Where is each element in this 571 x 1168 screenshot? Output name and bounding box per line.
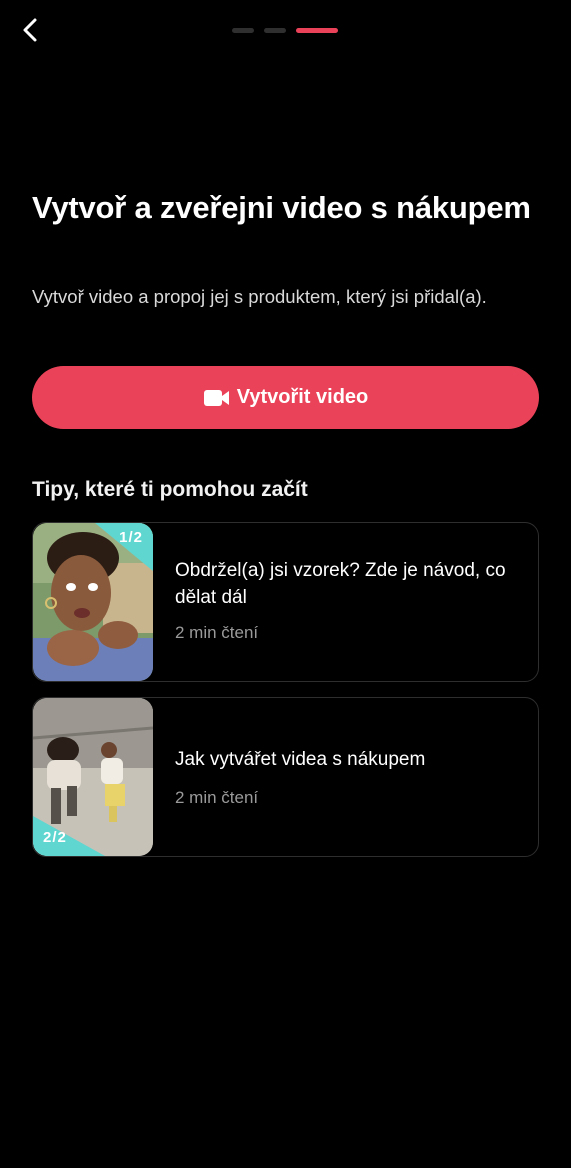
tips-section-title: Tipy, které ti pomohou začít — [32, 478, 308, 501]
tip-read-time-1: 2 min čtení — [175, 623, 259, 642]
chevron-left-icon — [23, 18, 37, 42]
tip-badge-2: 2/2 — [43, 829, 67, 846]
back-button[interactable] — [14, 14, 46, 46]
progress-step-2 — [264, 28, 286, 33]
page-headline: Vytvoř a zveřejni video s nákupem — [32, 190, 531, 225]
tip-thumbnail-2: 2/2 — [33, 698, 153, 856]
tip-badge-1: 1/2 — [119, 529, 143, 546]
tip-thumbnail-1: 1/2 — [33, 523, 153, 681]
progress-step-3-active — [296, 28, 338, 33]
video-camera-icon — [203, 389, 229, 406]
tip-card-2[interactable]: 2/2 Jak vytvářet videa s nákupem 2 min č… — [32, 697, 539, 857]
create-video-button[interactable]: Vytvořit video — [32, 366, 539, 429]
tip-card-1[interactable]: 1/2 Obdržel(a) jsi vzorek? Zde je návod,… — [32, 522, 539, 682]
page-subtitle: Vytvoř video a propoj jej s produktem, k… — [32, 286, 487, 307]
create-video-label: Vytvořit video — [236, 386, 369, 408]
tip-title-2: Jak vytvářet videa s nákupem — [175, 749, 426, 770]
progress-step-1 — [232, 28, 254, 33]
step-progress-indicator — [232, 28, 338, 33]
tip-read-time-2: 2 min čtení — [175, 788, 259, 807]
tip-title-1: Obdržel(a) jsi vzorek? Zde je návod, co … — [175, 560, 506, 608]
